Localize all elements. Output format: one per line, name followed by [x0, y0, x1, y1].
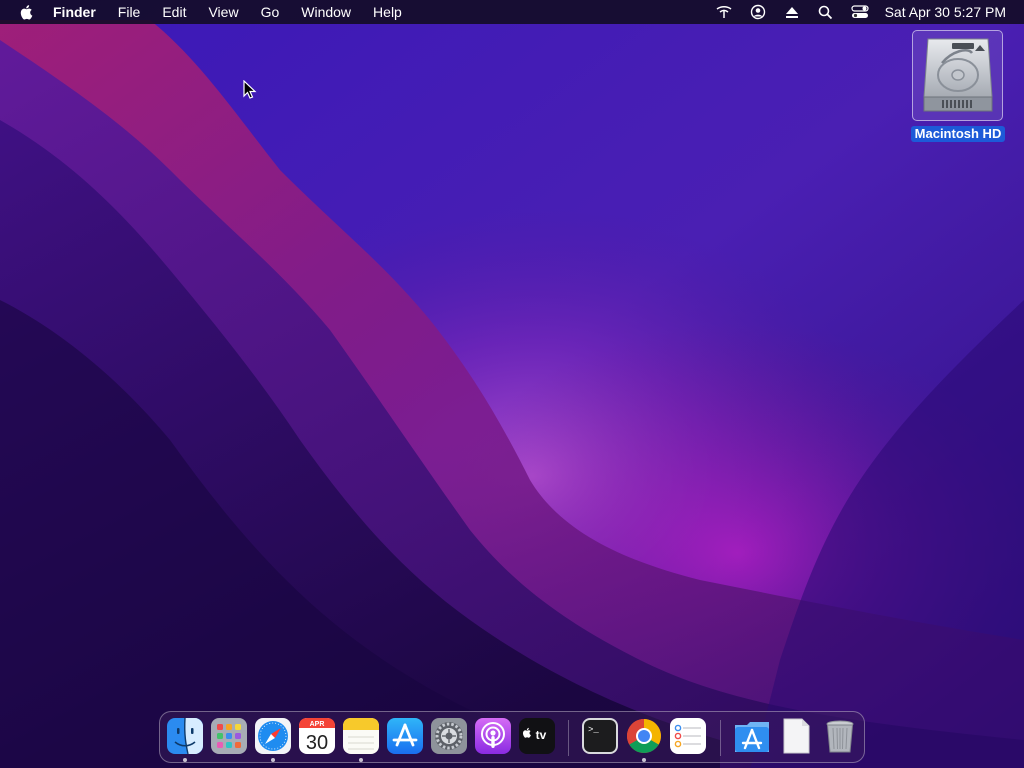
dock-podcasts[interactable] — [474, 717, 512, 755]
hard-drive-icon — [923, 38, 993, 112]
running-indicator — [271, 758, 275, 762]
dock-chrome[interactable] — [625, 717, 663, 755]
apple-tv-label: tv — [536, 728, 547, 742]
user-account-button[interactable] — [741, 0, 775, 24]
apple-logo-icon — [20, 5, 33, 20]
menu-file[interactable]: File — [107, 0, 152, 24]
running-indicator — [642, 758, 646, 762]
terminal-prompt: >_ — [588, 725, 599, 735]
eject-icon — [785, 6, 798, 18]
dock-apple-tv[interactable]: tv — [518, 717, 556, 755]
menu-go[interactable]: Go — [250, 0, 291, 24]
mouse-pointer-icon — [243, 80, 257, 99]
safari-icon — [255, 718, 291, 754]
launchpad-icon — [211, 718, 247, 754]
running-indicator — [359, 758, 363, 762]
running-indicator — [183, 758, 187, 762]
dock-system-preferences[interactable] — [430, 717, 468, 755]
dock-launchpad[interactable] — [210, 717, 248, 755]
desktop-icon-label: Macintosh HD — [911, 126, 1005, 142]
spotlight-search-button[interactable] — [809, 0, 843, 24]
calendar-icon: APR 30 — [299, 718, 335, 754]
menu-view[interactable]: View — [197, 0, 249, 24]
system-preferences-icon — [431, 718, 467, 754]
dock-document[interactable] — [777, 717, 815, 755]
apple-tv-icon: tv — [519, 718, 555, 754]
chrome-icon — [627, 719, 661, 753]
control-center-button[interactable] — [843, 0, 877, 24]
apple-menu-button[interactable] — [0, 0, 52, 24]
applications-folder-icon — [735, 722, 769, 752]
dock-calendar[interactable]: APR 30 — [298, 717, 336, 755]
menu-help[interactable]: Help — [362, 0, 413, 24]
menu-finder[interactable]: Finder — [52, 0, 107, 24]
dock-reminders[interactable] — [669, 717, 707, 755]
dock-separator — [720, 720, 721, 756]
user-account-icon — [750, 4, 765, 20]
dock-safari[interactable] — [254, 717, 292, 755]
finder-icon — [167, 717, 203, 755]
dock-finder[interactable] — [166, 717, 204, 755]
notes-icon — [343, 718, 379, 754]
menu-edit[interactable]: Edit — [151, 0, 197, 24]
desktop-icon-macintosh-hd[interactable]: Macintosh HD — [908, 29, 1010, 145]
wallpaper — [0, 0, 1024, 768]
dock-trash[interactable] — [821, 717, 859, 755]
calendar-day: 30 — [306, 732, 328, 754]
terminal-icon: >_ — [582, 718, 618, 754]
reminders-icon — [670, 718, 706, 754]
dock-separator — [568, 720, 569, 756]
eject-button[interactable] — [775, 0, 809, 24]
dock-terminal[interactable]: >_ — [581, 717, 619, 755]
network-icon — [716, 6, 732, 18]
menu-window[interactable]: Window — [290, 0, 362, 24]
trash-icon — [826, 720, 854, 753]
dock: APR 30 tv >_ — [159, 711, 865, 763]
dock-app-store[interactable] — [386, 717, 424, 755]
control-center-icon — [850, 5, 869, 18]
menu-bar-clock[interactable]: Sat Apr 30 5:27 PM — [877, 4, 1006, 20]
calendar-month: APR — [310, 721, 325, 728]
desktop[interactable]: Finder File Edit View Go Window Help Sat… — [0, 0, 1024, 768]
spotlight-search-icon — [818, 5, 833, 19]
network-status-button[interactable] — [707, 0, 741, 24]
podcasts-icon — [475, 718, 511, 754]
app-store-icon — [387, 718, 423, 754]
menu-bar: Finder File Edit View Go Window Help Sat… — [0, 0, 1024, 24]
dock-notes[interactable] — [342, 717, 380, 755]
document-icon — [783, 718, 810, 754]
dock-applications-folder[interactable] — [733, 717, 771, 755]
